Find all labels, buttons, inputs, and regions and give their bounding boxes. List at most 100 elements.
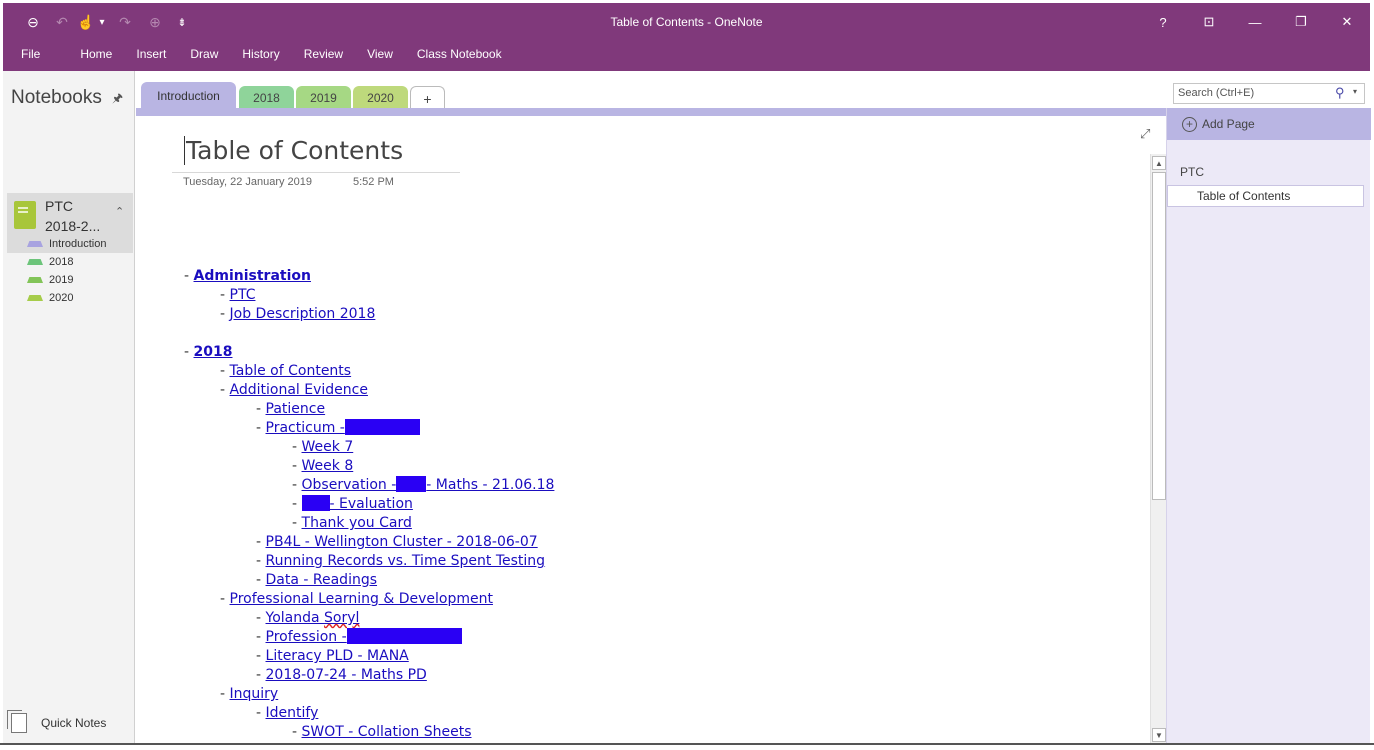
toc-link[interactable]: Thank you Card	[302, 515, 412, 531]
back-icon[interactable]: ⊖	[22, 11, 44, 33]
section-label: 2018	[49, 256, 74, 268]
tab-2019[interactable]: 2019	[296, 86, 351, 110]
menu-review[interactable]: Review	[292, 43, 355, 65]
toc-link[interactable]: Week 8	[302, 458, 354, 474]
help-button[interactable]: ?	[1140, 9, 1186, 35]
page-date: Tuesday, 22 January 2019	[183, 176, 313, 188]
section-color-band	[136, 108, 1166, 116]
onenote-window: ⊖ ↶ ☝ ▾ ↷ ⊕ ⇟ Table of Contents - OneNot…	[0, 0, 1374, 750]
search-icon[interactable]: ⚲	[1335, 85, 1345, 101]
vertical-scrollbar[interactable]: ▲ ▼	[1150, 154, 1166, 743]
add-page-label: Add Page	[1202, 117, 1255, 131]
toc-link[interactable]: Practicum -	[266, 419, 420, 436]
toc-entry: - SWOT - Collation Sheets	[292, 724, 472, 740]
undo-icon[interactable]: ↶	[52, 11, 72, 33]
toc-link[interactable]: Week 7	[302, 439, 354, 455]
scroll-up-icon[interactable]: ▲	[1152, 156, 1166, 170]
spelling-error: Soryl	[324, 610, 360, 626]
menu-draw[interactable]: Draw	[178, 43, 230, 65]
toc-entry: - Additional Evidence	[220, 382, 368, 398]
toc-link[interactable]: Profession -	[266, 628, 462, 645]
toc-link[interactable]: Identify	[266, 705, 319, 721]
toc-link[interactable]: Patience	[266, 401, 326, 417]
pin-icon[interactable]: 🖈	[112, 89, 123, 110]
toc-link[interactable]: Running Records vs. Time Spent Testing	[266, 553, 546, 569]
section-2018[interactable]: 2018	[7, 253, 133, 271]
toc-entry: - Running Records vs. Time Spent Testing	[256, 553, 546, 569]
chevron-down-icon[interactable]: ▾	[97, 11, 107, 33]
tab-introduction[interactable]: Introduction	[141, 82, 236, 110]
toc-entry: - PTC	[220, 287, 256, 303]
quick-notes-label: Quick Notes	[41, 716, 107, 730]
toc-entry: - Week 8	[292, 458, 354, 474]
ribbon-display-icon[interactable]: ⊡	[1186, 9, 1232, 35]
quick-notes-button[interactable]: Quick Notes	[7, 710, 131, 735]
toc-link[interactable]: Table of Contents	[230, 363, 352, 379]
menu-class-notebook[interactable]: Class Notebook	[405, 43, 514, 65]
toc-entry: - Identify	[256, 705, 319, 721]
page-canvas[interactable]: ⤢ Table of Contents Tuesday, 22 January …	[136, 116, 1166, 743]
toc-entry: - PB4L - Wellington Cluster - 2018-06-07	[256, 534, 538, 550]
toc-link[interactable]: 2018	[194, 344, 233, 360]
toc-link[interactable]: - Evaluation	[301, 495, 413, 512]
notebooks-header: Notebooks	[11, 87, 102, 108]
section-label: Introduction	[49, 238, 107, 250]
toc-link[interactable]: PTC	[230, 287, 256, 303]
customize-toolbar-icon[interactable]: ⇟	[175, 11, 189, 33]
notebook-name: PTC 2018-2...	[45, 198, 101, 234]
minimize-button[interactable]: —	[1232, 9, 1278, 35]
section-2020[interactable]: 2020	[7, 289, 133, 307]
menu-view[interactable]: View	[355, 43, 405, 65]
toc-entry: - Week 7	[292, 439, 354, 455]
menu-home[interactable]: Home	[68, 43, 124, 65]
toc-entry: - Table of Contents	[220, 363, 352, 379]
section-introduction[interactable]: Introduction	[7, 235, 133, 253]
toc-entry: - Patience	[256, 401, 326, 417]
toc-entry: - Data - Readings	[256, 572, 378, 588]
toc-link[interactable]: PB4L - Wellington Cluster - 2018-06-07	[266, 534, 538, 550]
expand-icon[interactable]: ⤢	[1140, 126, 1150, 142]
title-divider	[172, 172, 460, 173]
restore-button[interactable]: ❐	[1278, 9, 1324, 35]
scroll-thumb[interactable]	[1152, 172, 1166, 500]
add-page-button[interactable]: + Add Page	[1167, 108, 1371, 140]
page-list-item[interactable]: Table of Contents	[1167, 185, 1364, 207]
menu-file[interactable]: File	[3, 43, 68, 65]
tab-2020[interactable]: 2020	[353, 86, 408, 110]
toc-entry: - Profession -	[256, 628, 462, 647]
toc-link[interactable]: Professional Learning & Development	[230, 591, 493, 607]
toc-link[interactable]: Data - Readings	[266, 572, 378, 588]
toc-link[interactable]: Job Description 2018	[230, 306, 376, 322]
toc-link[interactable]: Inquiry	[230, 686, 279, 702]
toc-link[interactable]: SWOT - Collation Sheets	[302, 724, 472, 740]
ribbon-tabs: File Home Insert Draw History Review Vie…	[3, 43, 514, 65]
chevron-down-icon[interactable]: ▾	[1353, 87, 1357, 96]
section-label: 2020	[49, 292, 74, 304]
toc-entry: - Administration	[184, 268, 311, 284]
close-button[interactable]: ✕	[1324, 9, 1370, 35]
page-list-pane: + Add Page PTC Table of Contents	[1166, 108, 1371, 743]
toc-link[interactable]: 2018-07-24 - Maths PD	[266, 667, 427, 683]
quick-notes-icon	[7, 710, 27, 733]
add-section-button[interactable]: +	[410, 86, 445, 110]
toc-link[interactable]: Literacy PLD - MANA	[266, 648, 409, 664]
redo-icon[interactable]: ↷	[115, 11, 135, 33]
toc-link[interactable]: Yolanda Soryl	[266, 610, 360, 626]
touch-mode-icon[interactable]: ☝	[77, 11, 95, 33]
toc-entry: - 2018-07-24 - Maths PD	[256, 667, 427, 683]
tab-2018[interactable]: 2018	[239, 86, 294, 110]
toc-link[interactable]: Administration	[194, 268, 311, 284]
menu-insert[interactable]: Insert	[124, 43, 178, 65]
forward-icon[interactable]: ⊕	[144, 11, 166, 33]
menu-history[interactable]: History	[230, 43, 291, 65]
toc-entry: - Job Description 2018	[220, 306, 376, 322]
page-title[interactable]: Table of Contents	[184, 136, 403, 165]
toc-link[interactable]: Additional Evidence	[230, 382, 368, 398]
scroll-down-icon[interactable]: ▼	[1152, 728, 1166, 742]
section-2019[interactable]: 2019	[7, 271, 133, 289]
toc-link[interactable]: Observation -- Maths - 21.06.18	[302, 476, 554, 493]
section-color-swatch	[27, 241, 43, 247]
chevron-up-icon[interactable]: ⌃	[115, 205, 124, 218]
notebook-icon	[14, 201, 36, 229]
toc-entry: - Yolanda Soryl	[256, 610, 360, 626]
